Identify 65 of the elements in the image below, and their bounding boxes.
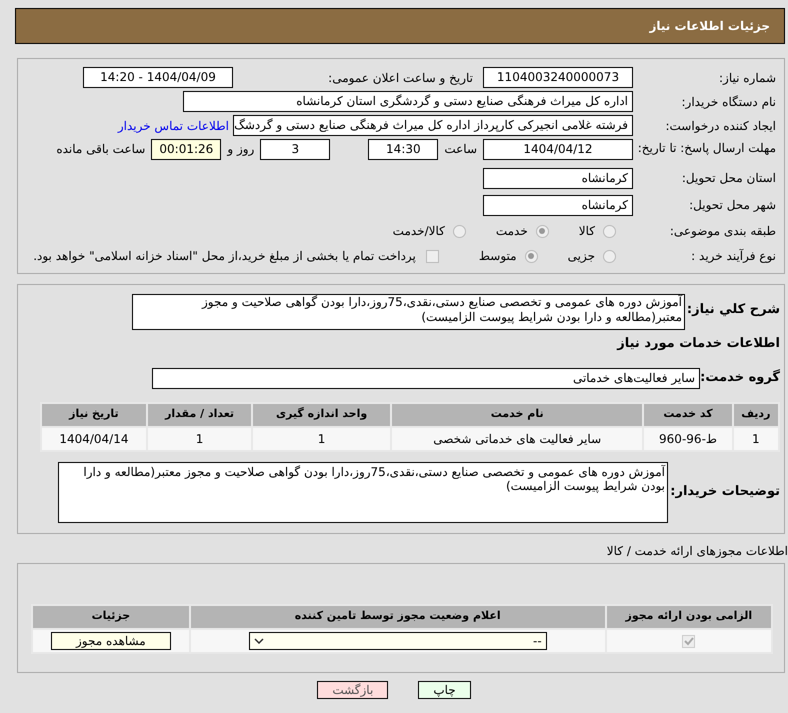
print-button[interactable]: چاپ [418, 680, 471, 698]
table-cell: 1 [146, 426, 252, 450]
field-label: ساعت باقی مانده [56, 141, 146, 158]
radio-button[interactable] [452, 224, 466, 238]
field-label: نام دستگاه خریدار: [680, 94, 776, 110]
field-label: نوع فرآیند خرید : [690, 248, 776, 265]
radio-button[interactable] [524, 250, 538, 262]
table-cell: سایر فعالیت های خدماتی شخصی [390, 426, 644, 450]
radio-label: کالا/خدمت [392, 223, 445, 240]
table-cell: 1 [732, 426, 779, 450]
column-header: نام خدمت [390, 402, 644, 426]
buyer-contact-link[interactable]: اطلاعات تماس خریدار [118, 116, 229, 134]
checkbox[interactable] [682, 634, 696, 648]
field-label: توضیحات خریدار: [669, 483, 780, 502]
province-field[interactable]: کرمانشاه [483, 168, 633, 188]
radio-label: کالا [578, 223, 595, 240]
column-header: اعلام وضعیت مجوز توسط تامین کننده [190, 604, 606, 628]
service-group-field[interactable]: سایر فعالیت‌های خدماتی [152, 368, 700, 388]
table-cell: ط-96-960 [643, 426, 733, 450]
field-label: گروه خدمت: [700, 368, 780, 388]
announce-date-field[interactable]: 1404/04/09 - 14:20 [83, 67, 233, 88]
column-header: تاریخ نیاز [41, 402, 147, 426]
field-label: مهلت ارسال پاسخ: تا تاریخ: [636, 140, 776, 155]
column-header: ردیف [732, 402, 779, 426]
radio-button[interactable] [603, 224, 616, 238]
column-header: کد خدمت [643, 402, 733, 426]
radio-label: جزیی [568, 248, 595, 265]
need-number-field[interactable]: 1104003240000073 [483, 67, 633, 88]
deadline-date-field[interactable]: 1404/04/12 [483, 139, 633, 160]
checkbox[interactable] [426, 250, 439, 262]
table-cell: 1 [252, 426, 391, 450]
days-field[interactable]: 3 [260, 139, 330, 160]
description-field[interactable]: آموزش دوره های عمومی و تخصصی صنایع دستی،نقدی،75روز،دارا بودن گواهی صلاحیت و مجوز معتبر(مطالعه و دارا بودن شرایط پیوست الزامیست) [132, 294, 685, 330]
table-cell: 1404/04/14 [41, 426, 147, 450]
remaining-time-field[interactable]: 00:01:26 [151, 139, 222, 160]
page-title: جزئیات اطلاعات نیاز [649, 18, 770, 35]
field-label: ایجاد کننده درخواست: [664, 118, 776, 134]
buyer-org-field[interactable]: اداره کل میراث فرهنگی صنایع دستی و گردشگری استان کرمانشاه [183, 91, 633, 112]
radio-label: متوسط [478, 248, 517, 265]
field-label: طبقه بندی موضوعی: [668, 223, 776, 240]
section-heading: اطلاعات خدمات مورد نیاز [617, 335, 780, 353]
field-label: روز و [227, 141, 254, 158]
field-label: شماره نیاز: [718, 70, 776, 86]
radio-button[interactable] [603, 250, 616, 262]
deadline-time-field[interactable]: 14:30 [368, 139, 438, 160]
status-dropdown[interactable]: -- [248, 632, 547, 650]
column-header: الزامی بودن ارائه مجوز [606, 604, 772, 628]
field-label: شهر محل تحویل: [688, 197, 776, 214]
column-header: تعداد / مقدار [146, 402, 252, 426]
section-heading: اطلاعات مجوزهای ارائه خدمت / کالا [606, 542, 788, 560]
field-label: پرداخت تمام یا بخشی از مبلغ خرید،از محل "اسناد خزانه اسلامی" خواهد بود. [33, 248, 416, 265]
radio-label: خدمت [496, 223, 528, 240]
field-label: شرح کلي نياز: [686, 301, 780, 319]
view-license-button[interactable]: مشاهده مجوز [50, 632, 171, 650]
creator-field[interactable]: فرشته غلامی انجیرکی کارپرداز اداره کل میراث فرهنگی صنایع دستی و گردشگ [233, 115, 633, 136]
radio-button[interactable] [536, 224, 549, 238]
city-field[interactable]: کرمانشاه [483, 194, 633, 216]
chevron-down-icon [254, 638, 264, 644]
field-label: ساعت [444, 141, 477, 158]
back-button[interactable]: بازگشت [317, 680, 388, 698]
column-header: واحد اندازه گیری [252, 402, 391, 426]
column-header: جزئیات [32, 604, 190, 628]
buyer-notes-field[interactable]: آموزش دوره های عمومی و تخصصی صنایع دستی،نقدی،75روز،دارا بودن گواهی صلاحیت و مجوز معتبر(مطالعه و دارا بودن شرایط پیوست الزامیست) [58, 462, 668, 522]
field-label: استان محل تحویل: [680, 170, 776, 187]
field-label: تاریخ و ساعت اعلان عمومی: [327, 70, 474, 86]
